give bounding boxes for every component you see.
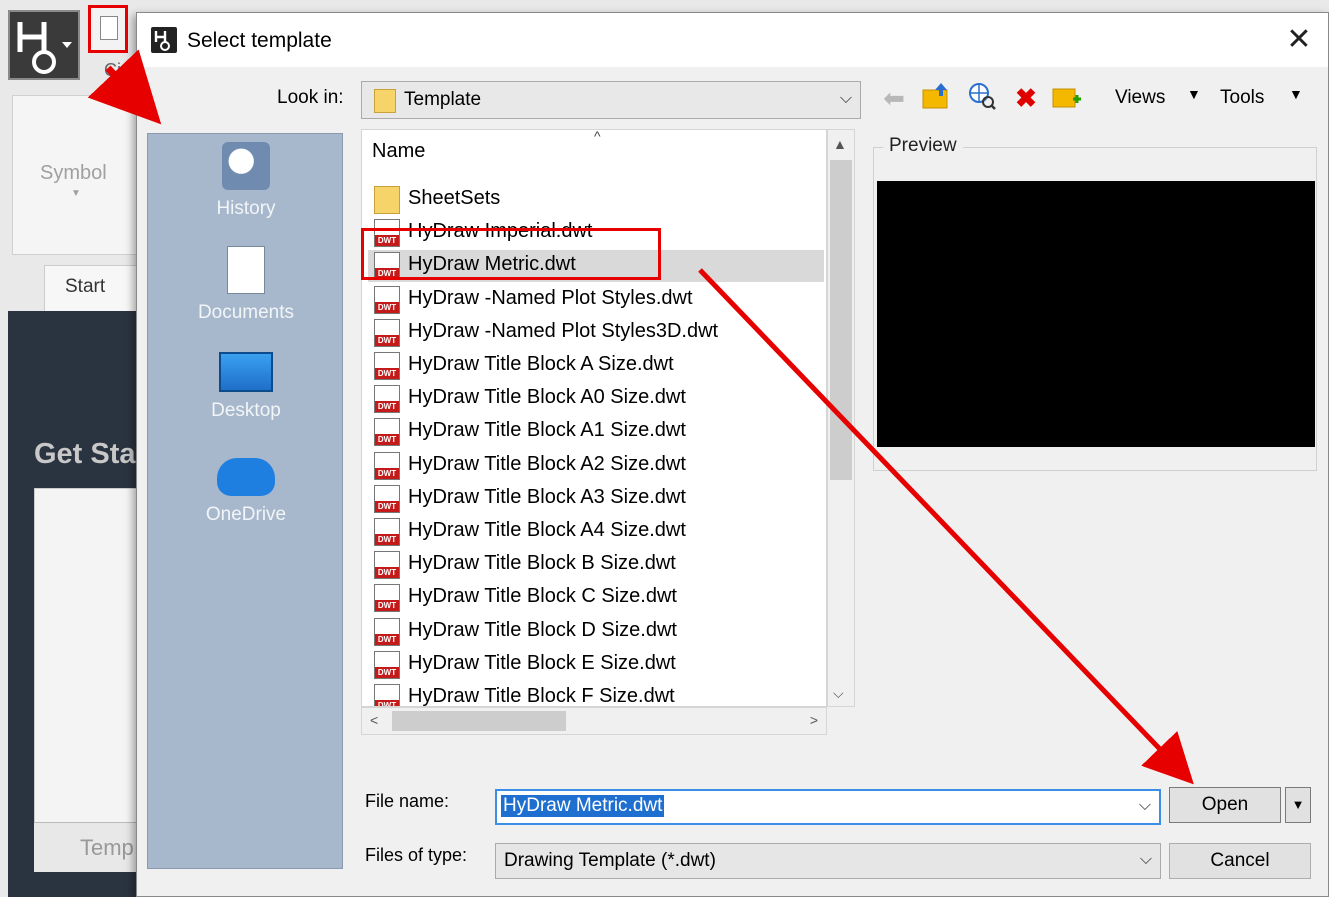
arrow-to-dialog [87,49,162,125]
arrow-to-open [698,268,1194,785]
annotation-arrows [87,49,1194,785]
